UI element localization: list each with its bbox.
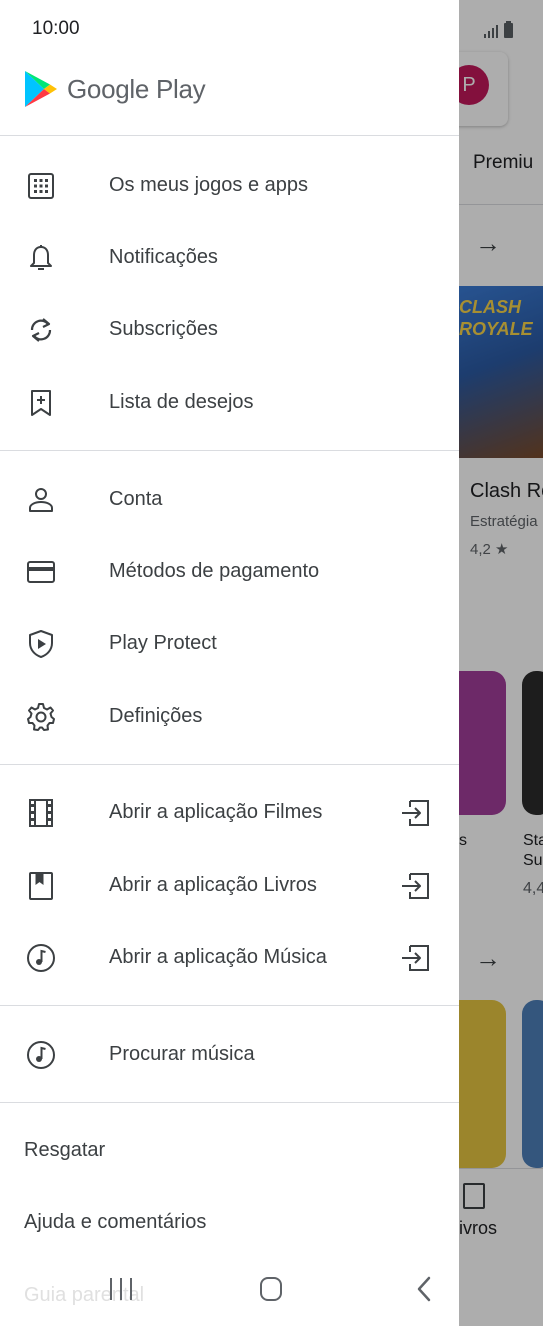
menu-item-label: Subscrições	[109, 318, 218, 340]
divider	[0, 1005, 459, 1006]
menu-item-play-protect[interactable]: Play Protect	[0, 607, 459, 679]
menu-item-label: Abrir a aplicação Livros	[109, 874, 317, 896]
back-icon[interactable]	[414, 1274, 434, 1304]
apps-grid-icon	[28, 173, 54, 199]
navigation-drawer: Google Play Os meus jogos e apps Notific…	[0, 0, 459, 1326]
menu-item-open-books[interactable]: Abrir a aplicação Livros	[0, 849, 459, 921]
menu-item-label: Definições	[109, 705, 203, 727]
person-icon	[29, 488, 53, 512]
divider	[0, 450, 459, 451]
menu-item-notifications[interactable]: Notificações	[0, 221, 459, 293]
menu-item-label: Métodos de pagamento	[109, 560, 320, 582]
open-app-icon	[402, 945, 429, 971]
menu-item-account[interactable]: Conta	[0, 463, 459, 535]
bookmark-add-icon	[31, 390, 51, 416]
google-play-logo-icon	[25, 71, 57, 107]
status-bar: 10:00	[0, 0, 543, 46]
open-app-icon	[402, 800, 429, 826]
system-nav-bar	[0, 1252, 543, 1326]
open-app-icon	[402, 873, 429, 899]
menu-item-label: Os meus jogos e apps	[109, 174, 308, 196]
shield-play-icon	[29, 630, 53, 658]
recents-icon[interactable]	[110, 1278, 132, 1300]
menu-item-label: Abrir a aplicação Filmes	[109, 801, 323, 823]
status-time: 10:00	[32, 18, 80, 39]
film-icon	[29, 799, 53, 827]
menu-item-subscriptions[interactable]: Subscrições	[0, 293, 459, 365]
signal-icon	[484, 24, 498, 38]
menu-item-label: Abrir a aplicação Música	[109, 946, 327, 968]
bell-icon	[30, 245, 52, 270]
menu-item-label: Procurar música	[109, 1043, 255, 1065]
menu-item-label: Lista de desejos	[109, 391, 254, 413]
menu-item-payment-methods[interactable]: Métodos de pagamento	[0, 535, 459, 607]
menu-item-redeem[interactable]: Resgatar	[24, 1139, 105, 1162]
credit-card-icon	[27, 561, 55, 583]
menu-item-label: Notificações	[109, 246, 218, 268]
menu-item-label: Conta	[109, 488, 163, 510]
menu-item-open-movies[interactable]: Abrir a aplicação Filmes	[0, 776, 459, 848]
music-note-icon	[27, 1041, 55, 1069]
divider	[0, 764, 459, 765]
refresh-icon	[30, 318, 52, 342]
divider	[0, 1102, 459, 1103]
book-icon	[29, 872, 53, 900]
gear-icon	[27, 703, 55, 731]
menu-item-settings[interactable]: Definições	[0, 680, 459, 752]
menu-item-browse-music[interactable]: Procurar música	[0, 1018, 459, 1090]
home-icon[interactable]	[260, 1277, 282, 1301]
menu-item-open-music[interactable]: Abrir a aplicação Música	[0, 921, 459, 993]
drawer-header: Google Play	[0, 46, 459, 136]
brand-title: Google Play	[67, 74, 206, 104]
status-icons	[484, 18, 513, 38]
menu-item-my-apps[interactable]: Os meus jogos e apps	[0, 149, 459, 221]
battery-icon	[504, 21, 513, 38]
menu-item-help-feedback[interactable]: Ajuda e comentários	[24, 1211, 206, 1234]
menu-item-wishlist[interactable]: Lista de desejos	[0, 366, 459, 438]
music-note-icon	[27, 944, 55, 972]
menu-item-label: Play Protect	[109, 632, 217, 654]
